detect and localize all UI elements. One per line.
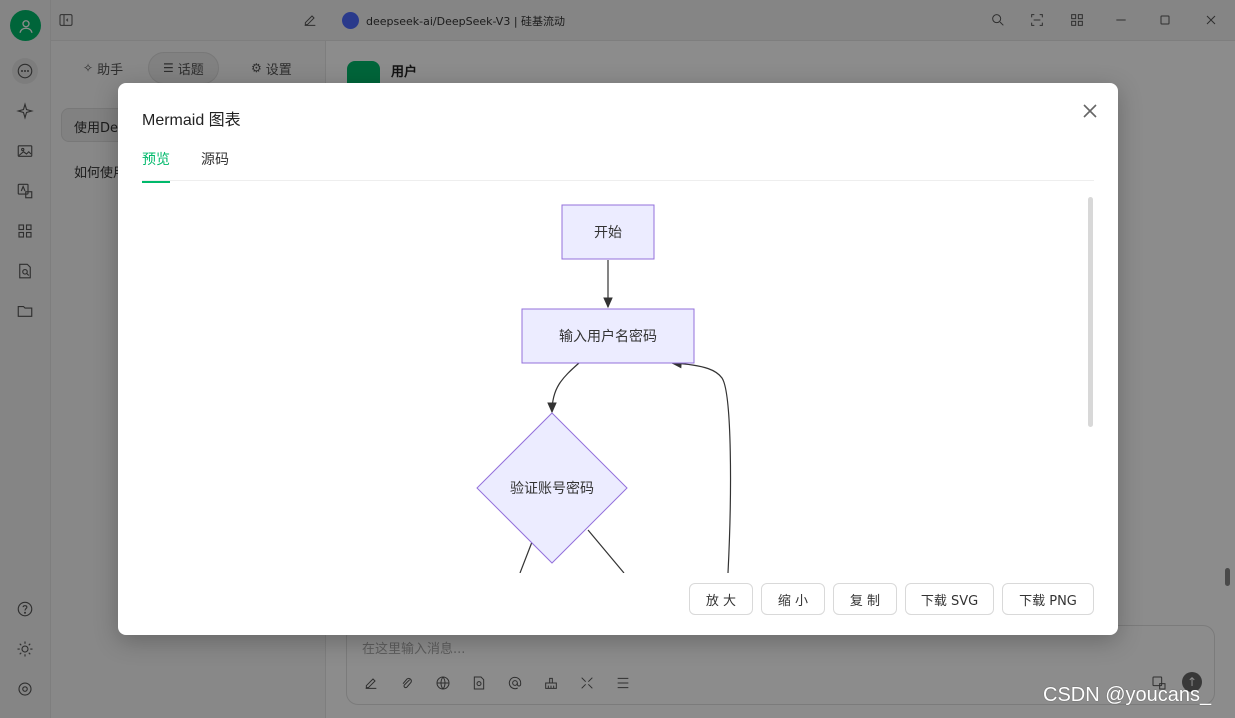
node-verify: 验证账号密码 (476, 412, 628, 564)
node-verify-label: 验证账号密码 (510, 480, 594, 497)
tab-divider (142, 180, 1094, 181)
copy-button[interactable]: 复 制 (833, 583, 897, 615)
node-input: 输入用户名密码 (521, 308, 695, 364)
mermaid-dialog: Mermaid 图表 预览 源码 开始 输入用户名密码 验证账号密码 放 大 缩… (118, 83, 1118, 635)
download-png-button[interactable]: 下载 PNG (1002, 583, 1094, 615)
edge-verify-yes (587, 529, 625, 573)
edge-loop-back-to-input (670, 358, 732, 573)
node-input-label: 输入用户名密码 (559, 328, 657, 345)
node-start-label: 开始 (594, 225, 622, 241)
zoom-out-button[interactable]: 缩 小 (761, 583, 825, 615)
dialog-close-button[interactable] (1080, 101, 1100, 121)
node-start: 开始 (561, 204, 655, 260)
dialog-title: Mermaid 图表 (142, 112, 241, 129)
tab-preview[interactable]: 预览 (142, 149, 170, 183)
diagram-preview[interactable]: 开始 输入用户名密码 验证账号密码 (142, 193, 1094, 573)
edge-verify-no (519, 541, 533, 573)
preview-scrollbar[interactable] (1088, 197, 1093, 427)
edge-input-to-verify (547, 362, 580, 414)
zoom-in-button[interactable]: 放 大 (689, 583, 753, 615)
watermark: CSDN @youcans_ (1043, 684, 1212, 706)
tab-source[interactable]: 源码 (201, 149, 229, 181)
flowchart-diagram: 开始 输入用户名密码 验证账号密码 (476, 204, 732, 573)
download-svg-button[interactable]: 下载 SVG (905, 583, 994, 615)
close-icon (1083, 104, 1097, 118)
